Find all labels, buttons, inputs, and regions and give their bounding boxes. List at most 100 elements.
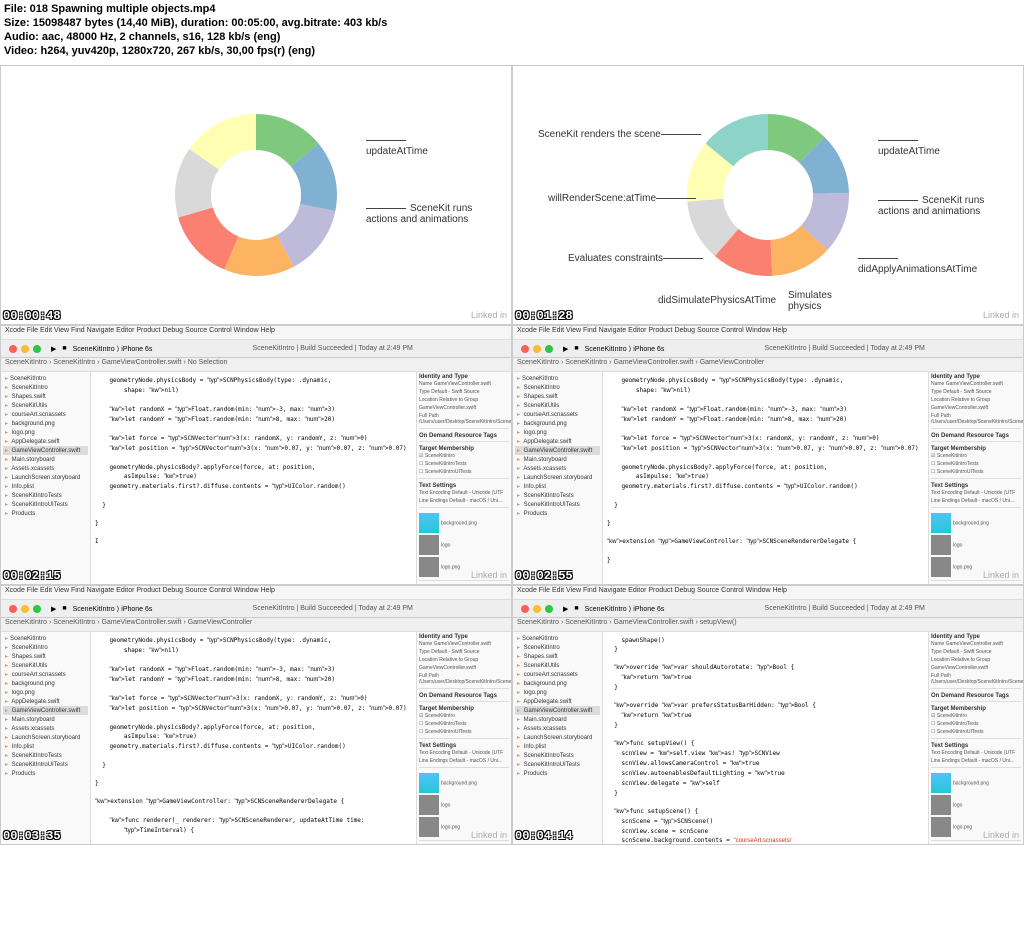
code-editor[interactable]: geometryNode.physicsBody = "typ">SCNPhys… xyxy=(91,632,416,844)
code-editor[interactable]: spawnShape() } "kw">override "kw">var sh… xyxy=(603,632,928,844)
project-navigator[interactable]: ▸SceneKitIntro▸ SceneKitIntro▸ Shapes.sw… xyxy=(513,372,603,584)
nav-item[interactable]: ▸ Assets.xcassets xyxy=(3,724,88,733)
thumbnail-bg[interactable] xyxy=(931,773,951,793)
nav-item[interactable]: ▸ SceneKitIntroTests xyxy=(515,751,600,760)
nav-item[interactable]: ▸ SceneKitIntro xyxy=(515,383,600,392)
menubar[interactable]: Xcode File Edit View Find Navigate Edito… xyxy=(513,326,1023,340)
thumbnail-logopng[interactable] xyxy=(419,817,439,837)
zoom-icon[interactable] xyxy=(545,345,553,353)
zoom-icon[interactable] xyxy=(33,605,41,613)
nav-item[interactable]: ▸ LaunchScreen.storyboard xyxy=(3,733,88,742)
nav-item[interactable]: ▸ Info.plist xyxy=(515,742,600,751)
menubar[interactable]: Xcode File Edit View Find Navigate Edito… xyxy=(1,326,511,340)
nav-item[interactable]: ▸ Main.storyboard xyxy=(3,455,88,464)
thumbnail-logopng[interactable] xyxy=(931,817,951,837)
nav-item[interactable]: ▸ courseArt.scnassets xyxy=(515,670,600,679)
nav-item[interactable]: ▸ Info.plist xyxy=(3,482,88,491)
nav-item[interactable]: ▸ courseArt.scnassets xyxy=(3,670,88,679)
project-navigator[interactable]: ▸SceneKitIntro▸ SceneKitIntro▸ Shapes.sw… xyxy=(1,632,91,844)
toolbar[interactable]: ▶■ SceneKitIntro ⟩ iPhone 6s SceneKitInt… xyxy=(1,340,511,358)
nav-item[interactable]: ▸ Products xyxy=(3,509,88,518)
nav-item[interactable]: ▸ SceneKitIntro xyxy=(3,383,88,392)
nav-item[interactable]: ▸ Main.storyboard xyxy=(515,715,600,724)
nav-item[interactable]: ▸ LaunchScreen.storyboard xyxy=(515,733,600,742)
nav-item[interactable]: ▸ GameViewController.swift xyxy=(3,706,88,715)
zoom-icon[interactable] xyxy=(33,345,41,353)
minimize-icon[interactable] xyxy=(21,345,29,353)
toolbar[interactable]: ▶■ SceneKitIntro ⟩ iPhone 6s SceneKitInt… xyxy=(513,600,1023,618)
nav-item[interactable]: ▸ background.png xyxy=(515,679,600,688)
stop-button[interactable]: ■ xyxy=(574,345,578,352)
close-icon[interactable] xyxy=(9,605,17,613)
breadcrumb[interactable]: SceneKitIntro › SceneKitIntro › GameView… xyxy=(513,618,1023,632)
nav-item[interactable]: ▸SceneKitIntro xyxy=(515,374,600,383)
project-navigator[interactable]: ▸SceneKitIntro▸ SceneKitIntro▸ Shapes.sw… xyxy=(1,372,91,584)
breadcrumb[interactable]: SceneKitIntro › SceneKitIntro › GameView… xyxy=(1,358,511,372)
nav-item[interactable]: ▸ Shapes.swift xyxy=(3,652,88,661)
nav-item[interactable]: ▸ SceneKitUtils xyxy=(515,401,600,410)
nav-item[interactable]: ▸ courseArt.scnassets xyxy=(515,410,600,419)
zoom-icon[interactable] xyxy=(545,605,553,613)
code-editor[interactable]: geometryNode.physicsBody = "typ">SCNPhys… xyxy=(91,372,416,584)
nav-item[interactable]: ▸ Assets.xcassets xyxy=(515,464,600,473)
scheme-selector[interactable]: SceneKitIntro ⟩ iPhone 6s xyxy=(73,345,153,353)
nav-item[interactable]: ▸ SceneKitIntroTests xyxy=(3,751,88,760)
thumbnail-bg[interactable] xyxy=(419,513,439,533)
thumbnail-logopng[interactable] xyxy=(419,557,439,577)
thumbnail-logo[interactable] xyxy=(419,535,439,555)
thumbnail-logo[interactable] xyxy=(931,535,951,555)
nav-item[interactable]: ▸ logo.png xyxy=(515,688,600,697)
nav-item[interactable]: ▸ SceneKitIntroUITests xyxy=(515,500,600,509)
nav-item[interactable]: ▸ Main.storyboard xyxy=(3,715,88,724)
thumbnail-logo[interactable] xyxy=(931,795,951,815)
nav-item[interactable]: ▸ AppDelegate.swift xyxy=(515,437,600,446)
nav-item[interactable]: ▸ Shapes.swift xyxy=(515,392,600,401)
thumbnail-bg[interactable] xyxy=(931,513,951,533)
inspector[interactable]: Identity and Type Name GameViewControlle… xyxy=(928,632,1023,844)
minimize-icon[interactable] xyxy=(533,605,541,613)
stop-button[interactable]: ■ xyxy=(62,345,66,352)
nav-item[interactable]: ▸ LaunchScreen.storyboard xyxy=(3,473,88,482)
nav-item[interactable]: ▸ SceneKitIntroUITests xyxy=(515,760,600,769)
scheme-selector[interactable]: SceneKitIntro ⟩ iPhone 6s xyxy=(73,605,153,613)
code-editor[interactable]: geometryNode.physicsBody = "typ">SCNPhys… xyxy=(603,372,928,584)
nav-item[interactable]: ▸ SceneKitIntroTests xyxy=(3,491,88,500)
nav-item[interactable]: ▸ Assets.xcassets xyxy=(515,724,600,733)
menubar[interactable]: Xcode File Edit View Find Navigate Edito… xyxy=(1,586,511,600)
nav-item[interactable]: ▸ SceneKitUtils xyxy=(3,401,88,410)
nav-item[interactable]: ▸ background.png xyxy=(3,679,88,688)
nav-item[interactable]: ▸SceneKitIntro xyxy=(3,374,88,383)
nav-item[interactable]: ▸ SceneKitUtils xyxy=(515,661,600,670)
nav-item[interactable]: ▸ Info.plist xyxy=(3,742,88,751)
thumbnail-logo[interactable] xyxy=(419,795,439,815)
nav-item[interactable]: ▸ AppDelegate.swift xyxy=(3,437,88,446)
nav-item[interactable]: ▸ Info.plist xyxy=(515,482,600,491)
nav-item[interactable]: ▸ courseArt.scnassets xyxy=(3,410,88,419)
inspector[interactable]: Identity and Type Name GameViewControlle… xyxy=(416,372,511,584)
nav-item[interactable]: ▸ Products xyxy=(515,509,600,518)
nav-item[interactable]: ▸ background.png xyxy=(3,419,88,428)
run-button[interactable]: ▶ xyxy=(51,345,56,353)
nav-item[interactable]: ▸ GameViewController.swift xyxy=(3,446,88,455)
nav-item[interactable]: ▸ Shapes.swift xyxy=(515,652,600,661)
scheme-selector[interactable]: SceneKitIntro ⟩ iPhone 6s xyxy=(585,345,665,353)
scheme-selector[interactable]: SceneKitIntro ⟩ iPhone 6s xyxy=(585,605,665,613)
nav-item[interactable]: ▸ SceneKitIntroTests xyxy=(515,491,600,500)
nav-item[interactable]: ▸ SceneKitIntro xyxy=(515,643,600,652)
nav-item[interactable]: ▸ SceneKitIntroUITests xyxy=(3,760,88,769)
menubar[interactable]: Xcode File Edit View Find Navigate Edito… xyxy=(513,586,1023,600)
toolbar[interactable]: ▶■ SceneKitIntro ⟩ iPhone 6s SceneKitInt… xyxy=(1,600,511,618)
nav-item[interactable]: ▸ Shapes.swift xyxy=(3,392,88,401)
nav-item[interactable]: ▸ background.png xyxy=(515,419,600,428)
breadcrumb[interactable]: SceneKitIntro › SceneKitIntro › GameView… xyxy=(513,358,1023,372)
nav-item[interactable]: ▸ Products xyxy=(3,769,88,778)
run-button[interactable]: ▶ xyxy=(563,605,568,613)
nav-item[interactable]: ▸ GameViewController.swift xyxy=(515,706,600,715)
nav-item[interactable]: ▸ SceneKitIntro xyxy=(3,643,88,652)
minimize-icon[interactable] xyxy=(533,345,541,353)
nav-item[interactable]: ▸ LaunchScreen.storyboard xyxy=(515,473,600,482)
nav-item[interactable]: ▸SceneKitIntro xyxy=(3,634,88,643)
nav-item[interactable]: ▸SceneKitIntro xyxy=(515,634,600,643)
stop-button[interactable]: ■ xyxy=(574,605,578,612)
nav-item[interactable]: ▸ Main.storyboard xyxy=(515,455,600,464)
